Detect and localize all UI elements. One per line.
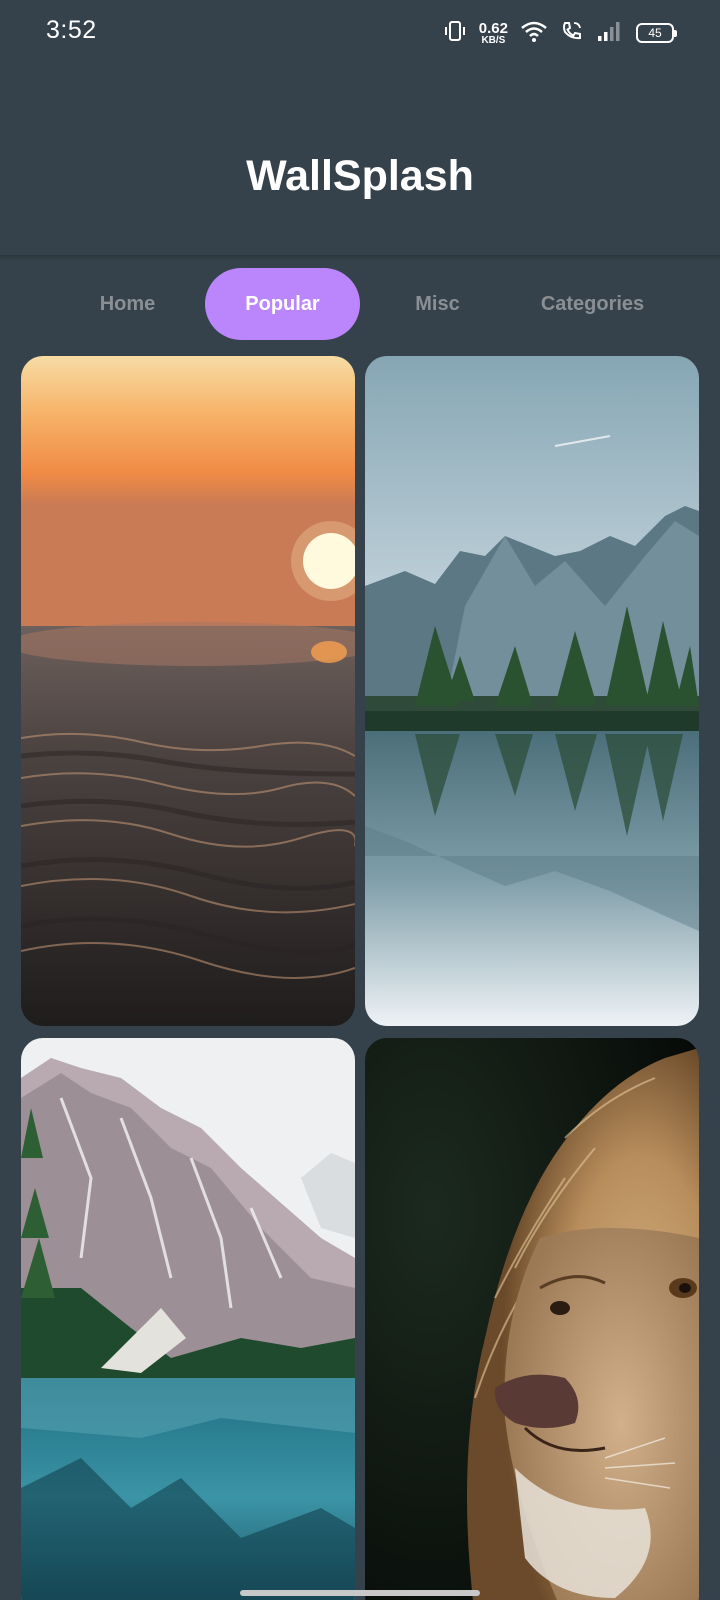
home-indicator[interactable] [240,1590,480,1596]
lion-image [365,1038,699,1600]
signal-icon [596,19,624,48]
tab-popular[interactable]: Popular [205,268,360,340]
vibrate-icon [443,19,467,48]
tab-misc[interactable]: Misc [360,268,515,340]
status-time: 3:52 [46,16,97,44]
mountain-lake-image [365,356,699,1026]
net-speed-unit: KB/S [481,34,506,46]
wallpaper-alpine-lake[interactable] [21,1038,355,1600]
wifi-icon [520,19,548,48]
net-speed: 0.62 KB/S [479,21,508,46]
net-speed-value: 0.62 [478,19,508,37]
tab-home[interactable]: Home [50,268,205,340]
app-bar: WallSplash [0,64,720,256]
alpine-lake-image [21,1038,355,1600]
wallpaper-mountain-lake[interactable] [365,356,699,1026]
tab-bar: Home Popular Misc Categories [0,268,720,340]
status-icons: 0.62 KB/S 45 [443,18,677,48]
wallpaper-lion[interactable] [365,1038,699,1600]
battery-icon: 45 [636,23,677,43]
status-bar: 3:52 0.62 KB/S 45 [0,0,720,64]
app-title: WallSplash [246,152,474,200]
wallpaper-ocean-sunset[interactable] [21,356,355,1026]
ocean-sunset-image [21,356,355,1026]
tab-categories[interactable]: Categories [515,268,670,340]
wifi-call-icon [560,19,584,48]
